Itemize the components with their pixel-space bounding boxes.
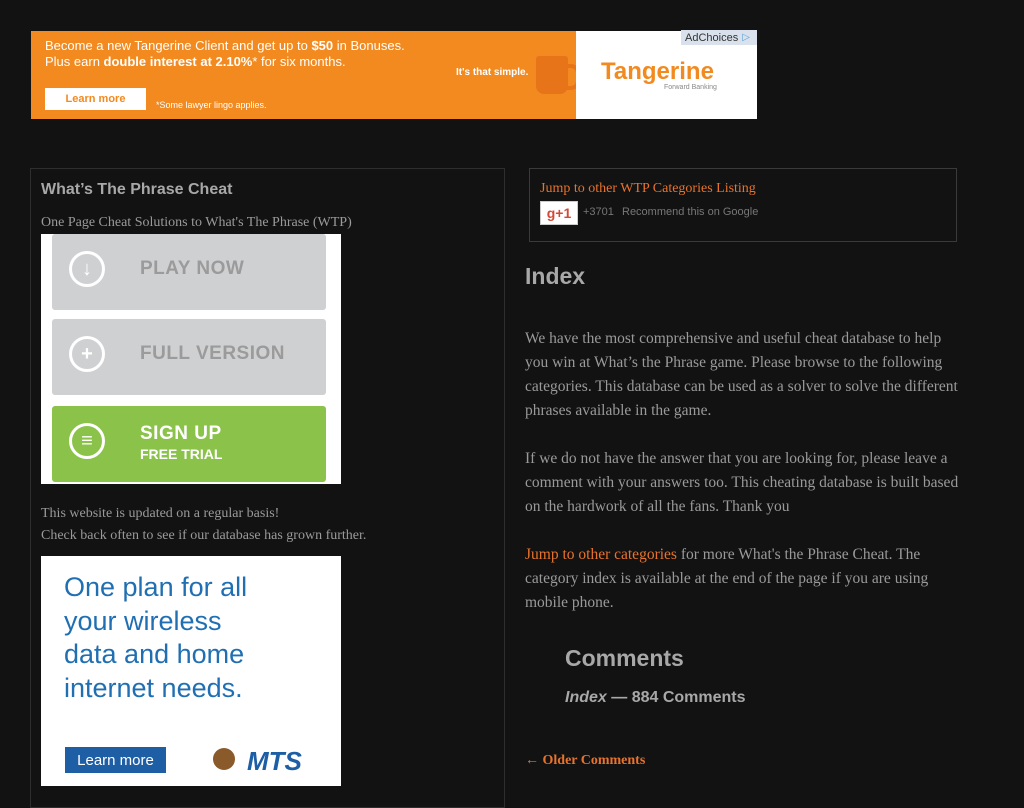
- comments-count: Index — 884 Comments: [565, 689, 746, 707]
- sign-up-label: SIGN UP: [140, 423, 222, 444]
- categories-paragraph: Jump to other categories for more What's…: [525, 543, 961, 615]
- google-plus-count: +3701: [583, 206, 614, 218]
- download-arrow-icon: ↓: [69, 251, 105, 287]
- ad-line-2: Plus earn double interest at 2.10%* for …: [45, 54, 346, 69]
- ad-line-1: Become a new Tangerine Client and get up…: [45, 38, 405, 53]
- mts-headline-line: data and home: [64, 639, 245, 669]
- ad-learn-more-button[interactable]: Learn more: [45, 88, 146, 110]
- mts-headline-line: internet needs.: [64, 672, 243, 703]
- comments-index-label: Index: [565, 689, 607, 706]
- jump-categories-link[interactable]: Jump to other WTP Categories Listing: [540, 181, 756, 197]
- mts-learn-more-button[interactable]: Learn more: [65, 747, 166, 773]
- mts-headline-line: One plan for all: [64, 572, 248, 602]
- sign-up-button[interactable]: ≡ SIGN UP FREE TRIAL: [52, 406, 326, 482]
- play-now-button[interactable]: ↓ PLAY NOW: [52, 234, 326, 310]
- update-notice: This website is updated on a regular bas…: [41, 503, 366, 547]
- comments-heading: Comments: [565, 645, 684, 671]
- full-version-label: FULL VERSION: [140, 343, 285, 364]
- jump-box: [529, 168, 957, 242]
- comments-count-text: — 884 Comments: [606, 689, 746, 706]
- plus-icon: +: [69, 336, 105, 372]
- mts-ad[interactable]: One plan for all your wireless data and …: [41, 556, 341, 786]
- older-comments-link[interactable]: ← Older Comments: [525, 753, 645, 769]
- adchoices-icon: ▷: [742, 32, 750, 43]
- page-title: Index: [525, 263, 586, 289]
- tangerine-banner-ad[interactable]: Become a new Tangerine Client and get up…: [31, 31, 757, 119]
- update-line-1: This website is updated on a regular bas…: [41, 506, 280, 521]
- free-trial-label: FREE TRIAL: [140, 446, 223, 462]
- list-icon: ≡: [69, 423, 105, 459]
- mts-headline-line: your wireless: [64, 605, 222, 636]
- ad-tagline: It's that simple.: [456, 67, 529, 78]
- site-subtitle: One Page Cheat Solutions to What's The P…: [41, 215, 352, 230]
- mts-headline: One plan for all your wireless data and …: [64, 571, 247, 705]
- google-plus-text: Recommend this on Google: [622, 206, 759, 218]
- full-version-button[interactable]: + FULL VERSION: [52, 319, 326, 395]
- intro-paragraph: We have the most comprehensive and usefu…: [525, 330, 958, 419]
- mts-logo: MTS: [247, 746, 302, 776]
- answer-paragraph: If we do not have the answer that you ar…: [525, 450, 959, 515]
- tangerine-logo-sub: Forward Banking: [664, 84, 717, 91]
- jump-other-categories-link[interactable]: Jump to other categories: [525, 546, 677, 563]
- adchoices-label: AdChoices: [685, 31, 739, 44]
- site-title: What’s The Phrase Cheat: [41, 181, 233, 198]
- play-now-label: PLAY NOW: [140, 258, 245, 279]
- update-line-2: Check back often to see if our database …: [41, 528, 367, 543]
- adchoices-badge[interactable]: AdChoices ▷: [681, 30, 757, 45]
- tangerine-logo: Tangerine: [601, 58, 714, 85]
- download-ad[interactable]: ↓ PLAY NOW + FULL VERSION ≡ SIGN UP FREE…: [41, 234, 341, 484]
- google-plus-button[interactable]: g+1: [540, 201, 578, 225]
- bull-icon: [213, 748, 235, 770]
- ad-fine-print: *Some lawyer lingo applies.: [156, 100, 267, 110]
